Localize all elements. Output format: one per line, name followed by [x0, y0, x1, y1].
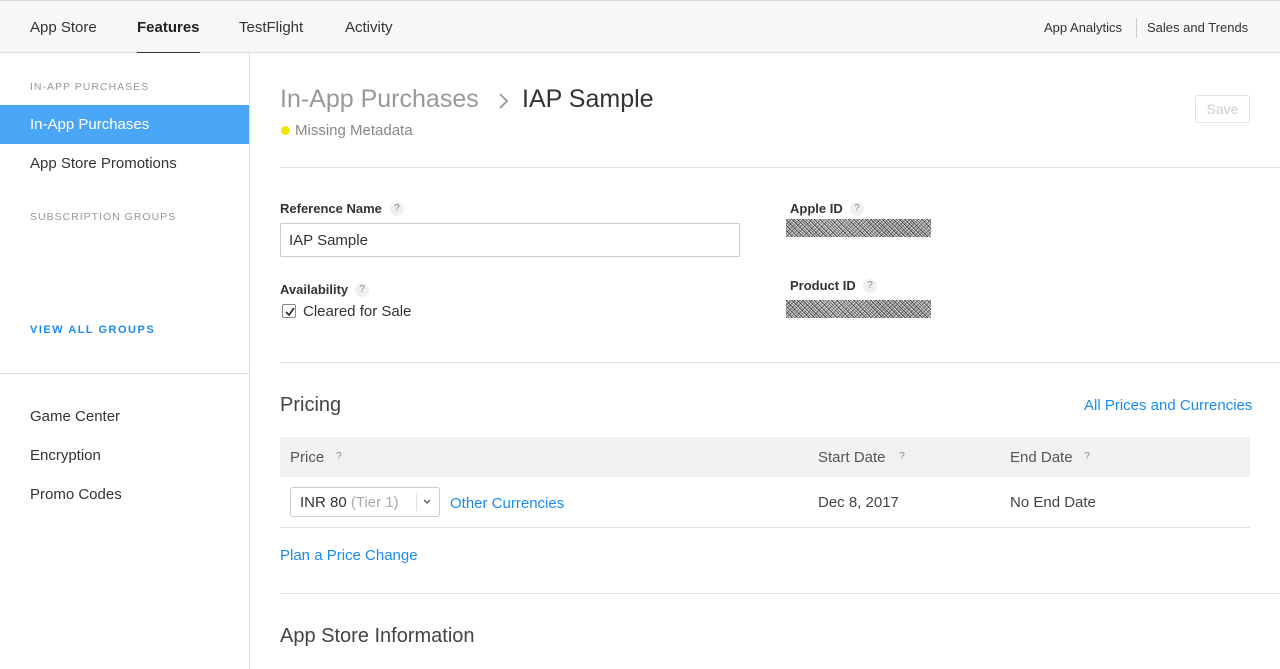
end-date-value: No End Date [1010, 494, 1096, 511]
product-id-label: Product ID [790, 278, 856, 293]
nav-divider [1136, 18, 1137, 38]
view-all-groups-link[interactable]: VIEW ALL GROUPS [30, 324, 155, 336]
column-header-end-date: End Date [1010, 449, 1073, 466]
sidebar-heading-iap: IN-APP PURCHASES [30, 81, 150, 93]
price-tier-value: INR 80 (Tier 1) [300, 494, 399, 511]
help-icon[interactable]: ? [332, 450, 346, 464]
main-content: In-App Purchases IAP Sample Missing Meta… [250, 53, 1280, 669]
all-prices-and-currencies-link[interactable]: All Prices and Currencies [1084, 397, 1252, 414]
tab-testflight[interactable]: TestFlight [239, 1, 303, 53]
section-divider [280, 362, 1280, 363]
help-icon[interactable]: ? [895, 450, 909, 464]
pricing-title: Pricing [280, 394, 342, 416]
reference-name-input[interactable] [280, 223, 740, 257]
header-divider [280, 167, 1280, 168]
chevron-down-icon [423, 499, 431, 504]
page-title: IAP Sample [522, 85, 654, 113]
table-row-divider [280, 527, 1250, 528]
save-button[interactable]: Save [1195, 95, 1250, 123]
apple-id-value-redacted [786, 219, 931, 237]
top-navigation: App Store Features TestFlight Activity A… [0, 0, 1280, 53]
help-icon[interactable]: ? [1080, 450, 1094, 464]
plan-price-change-link[interactable]: Plan a Price Change [280, 547, 418, 564]
help-icon[interactable]: ? [355, 283, 369, 297]
sidebar-divider [0, 373, 249, 374]
cleared-for-sale-label: Cleared for Sale [303, 303, 412, 320]
column-header-price: Price [290, 449, 325, 466]
availability-label: Availability [280, 282, 349, 297]
other-currencies-link[interactable]: Other Currencies [450, 495, 564, 512]
sidebar-item-encryption[interactable]: Encryption [0, 436, 249, 475]
app-store-information-title: App Store Information [280, 625, 475, 647]
help-icon[interactable]: ? [390, 202, 404, 216]
pricing-table-header: Price ? Start Date ? End Date ? [280, 437, 1250, 477]
help-icon[interactable]: ? [850, 202, 864, 216]
price-tier-select[interactable]: INR 80 (Tier 1) [290, 487, 440, 517]
cleared-for-sale-checkbox[interactable] [282, 304, 296, 318]
product-id-value-redacted [786, 300, 931, 318]
breadcrumb-parent[interactable]: In-App Purchases [280, 85, 479, 114]
sales-and-trends-link[interactable]: Sales and Trends [1147, 1, 1248, 53]
sidebar-heading-subscription-groups: SUBSCRIPTION GROUPS [30, 211, 177, 223]
sidebar-item-promo-codes[interactable]: Promo Codes [0, 475, 249, 514]
section-divider [280, 593, 1280, 594]
sidebar-item-game-center[interactable]: Game Center [0, 397, 249, 436]
sidebar-item-app-store-promotions[interactable]: App Store Promotions [0, 144, 249, 183]
help-icon[interactable]: ? [863, 279, 877, 293]
start-date-value: Dec 8, 2017 [818, 494, 899, 511]
status-text: Missing Metadata [295, 122, 413, 139]
tab-activity[interactable]: Activity [345, 1, 393, 53]
chevron-right-icon [499, 93, 509, 109]
sidebar-item-in-app-purchases[interactable]: In-App Purchases [0, 105, 249, 144]
reference-name-label: Reference Name [280, 201, 382, 216]
status-dot-icon [281, 126, 290, 135]
apple-id-label: Apple ID [790, 201, 843, 216]
app-analytics-link[interactable]: App Analytics [1044, 1, 1122, 53]
tab-features[interactable]: Features [137, 1, 200, 53]
tab-app-store[interactable]: App Store [30, 1, 97, 53]
select-divider [416, 493, 417, 511]
sidebar: IN-APP PURCHASES In-App Purchases App St… [0, 53, 250, 669]
column-header-start-date: Start Date [818, 449, 886, 466]
checkmark-icon [285, 307, 295, 317]
